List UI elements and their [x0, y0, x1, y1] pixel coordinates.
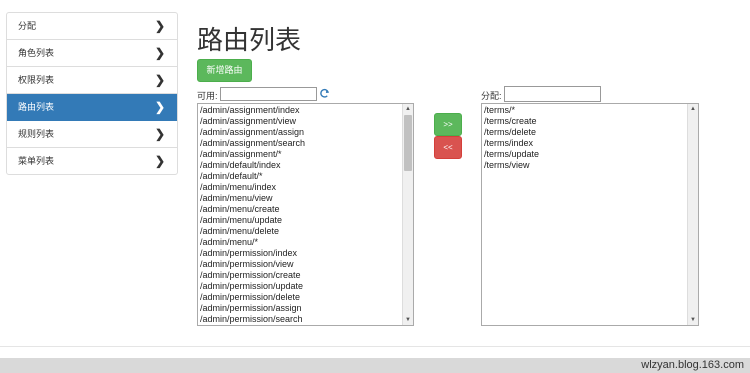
- available-search-input[interactable]: [220, 87, 317, 101]
- remove-button[interactable]: <<: [434, 136, 462, 159]
- assigned-routes-listbox[interactable]: /terms/*/terms/create/terms/delete/terms…: [481, 103, 699, 326]
- list-item[interactable]: /admin/permission/index: [200, 248, 401, 259]
- assign-button[interactable]: >>: [434, 113, 462, 136]
- available-routes-listbox[interactable]: /admin/assignment/index/admin/assignment…: [197, 103, 414, 326]
- assigned-label: 分配:: [481, 91, 502, 101]
- assigned-search-input[interactable]: [504, 86, 601, 102]
- assigned-scrollbar[interactable]: ▲ ▼: [687, 104, 698, 325]
- list-item[interactable]: /admin/menu/update: [200, 215, 401, 226]
- sidebar-item-roles[interactable]: 角色列表 ❯: [7, 40, 177, 67]
- sidebar-item-label: 权限列表: [18, 75, 55, 85]
- sidebar-item-label: 菜单列表: [18, 156, 55, 166]
- scroll-down-icon[interactable]: ▼: [403, 315, 413, 325]
- list-item[interactable]: /admin/permission/create: [200, 270, 401, 281]
- refresh-icon[interactable]: [319, 88, 330, 99]
- list-item[interactable]: /admin/default/*: [200, 171, 401, 182]
- watermark-text: wlzyan.blog.163.com: [641, 359, 744, 371]
- list-item[interactable]: /admin/menu/index: [200, 182, 401, 193]
- list-item[interactable]: /admin/menu/delete: [200, 226, 401, 237]
- list-item[interactable]: /terms/index: [484, 138, 686, 149]
- list-item[interactable]: /admin/assignment/search: [200, 138, 401, 149]
- scrollbar-thumb[interactable]: [404, 115, 412, 171]
- add-route-button[interactable]: 新增路由: [197, 59, 252, 82]
- list-item[interactable]: /admin/menu/*: [200, 237, 401, 248]
- sidebar-item-menus[interactable]: 菜单列表 ❯: [7, 148, 177, 174]
- sidebar-item-label: 路由列表: [18, 102, 55, 112]
- sidebar-item-label: 规则列表: [18, 129, 55, 139]
- list-item[interactable]: /admin/permission/assign: [200, 303, 401, 314]
- sidebar-item-rules[interactable]: 规则列表 ❯: [7, 121, 177, 148]
- sidebar-item-routes[interactable]: 路由列表 ❯: [7, 94, 177, 121]
- list-item[interactable]: /admin/assignment/assign: [200, 127, 401, 138]
- list-item[interactable]: /terms/delete: [484, 127, 686, 138]
- list-item[interactable]: /terms/*: [484, 105, 686, 116]
- chevron-right-icon: ❯: [154, 73, 165, 87]
- list-item[interactable]: /admin/assignment/view: [200, 116, 401, 127]
- list-item[interactable]: /admin/menu/view: [200, 193, 401, 204]
- list-item[interactable]: /terms/view: [484, 160, 686, 171]
- chevron-right-icon: ❯: [154, 100, 165, 114]
- chevron-right-icon: ❯: [154, 127, 165, 141]
- sidebar-item-label: 角色列表: [18, 48, 55, 58]
- footer-band: [0, 358, 750, 373]
- list-item[interactable]: /terms/update: [484, 149, 686, 160]
- sidebar-nav: 分配 ❯ 角色列表 ❯ 权限列表 ❯ 路由列表 ❯ 规则列表 ❯ 菜单列表 ❯: [6, 12, 178, 175]
- list-item[interactable]: /admin/menu/create: [200, 204, 401, 215]
- chevron-right-icon: ❯: [154, 19, 165, 33]
- sidebar-item-label: 分配: [18, 21, 37, 31]
- list-item[interactable]: /admin/permission/delete: [200, 292, 401, 303]
- scroll-up-icon[interactable]: ▲: [688, 104, 698, 114]
- sidebar-item-permissions[interactable]: 权限列表 ❯: [7, 67, 177, 94]
- chevron-right-icon: ❯: [154, 154, 165, 168]
- chevron-right-icon: ❯: [154, 46, 165, 60]
- sidebar-item-assignment[interactable]: 分配 ❯: [7, 13, 177, 40]
- available-label: 可用:: [197, 91, 218, 101]
- list-item[interactable]: /admin/default/index: [200, 160, 401, 171]
- available-scrollbar[interactable]: ▲ ▼: [402, 104, 413, 325]
- list-item[interactable]: /terms/create: [484, 116, 686, 127]
- assigned-routes-list: /terms/*/terms/create/terms/delete/terms…: [484, 105, 686, 171]
- list-item[interactable]: /admin/assignment/*: [200, 149, 401, 160]
- list-item[interactable]: /admin/permission/search: [200, 314, 401, 325]
- page-title: 路由列表: [197, 25, 302, 55]
- scroll-down-icon[interactable]: ▼: [688, 315, 698, 325]
- available-routes-list: /admin/assignment/index/admin/assignment…: [200, 105, 401, 325]
- footer-divider: [0, 346, 750, 347]
- list-item[interactable]: /admin/assignment/index: [200, 105, 401, 116]
- list-item[interactable]: /admin/permission/update: [200, 281, 401, 292]
- list-item[interactable]: /admin/permission/view: [200, 259, 401, 270]
- scroll-up-icon[interactable]: ▲: [403, 104, 413, 114]
